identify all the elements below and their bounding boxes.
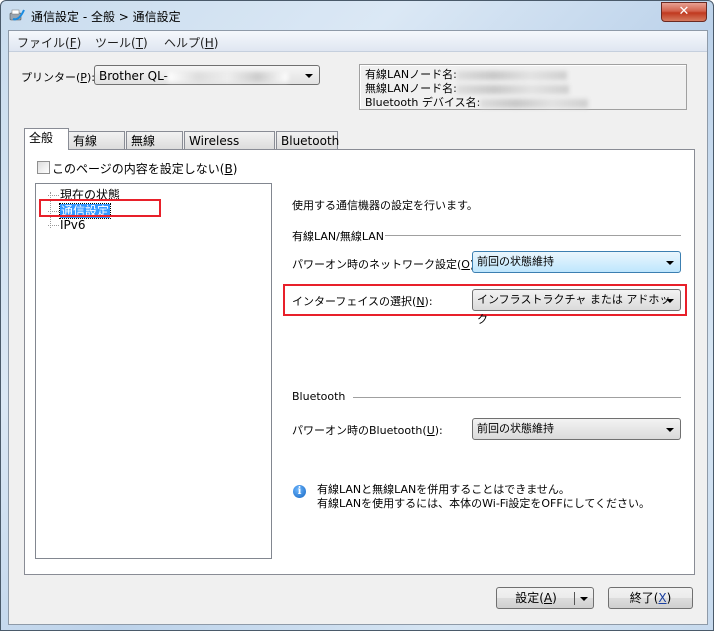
client-area: ファイル(F) ツール(T) ヘルプ(H) プリンター(P): Brother … xyxy=(8,30,708,625)
chevron-down-icon xyxy=(666,261,674,265)
menu-tools[interactable]: ツール(T) xyxy=(95,34,148,51)
apply-button[interactable]: 設定(A) xyxy=(497,588,575,608)
divider xyxy=(353,397,681,398)
wired-node-name: 有線LANノード名: xyxy=(365,68,681,82)
printer-select[interactable]: Brother QL- xyxy=(94,65,320,85)
menu-help[interactable]: ヘルプ(H) xyxy=(164,34,218,51)
chevron-down-icon xyxy=(666,299,674,303)
divider xyxy=(385,235,681,236)
redacted-value xyxy=(480,98,589,108)
printer-label: プリンター(P): xyxy=(21,71,95,84)
settings-tree: 現在の状態 通信設定 IPv6 xyxy=(35,183,272,559)
settings-pane: 使用する通信機器の設定を行います。 有線LAN/無線LAN パワーオン時のネット… xyxy=(283,150,693,574)
skip-page-checkbox[interactable]: このページの内容を設定しない(B) xyxy=(37,160,237,177)
tab-panel-general: このページの内容を設定しない(B) 現在の状態 通信設定 IPv6 使用する通信… xyxy=(24,149,695,575)
bluetooth-power-on-select[interactable]: 前回の状態維持 xyxy=(472,418,681,440)
node-info-box: 有線LANノード名: 無線LANノード名: Bluetooth デバイス名: xyxy=(359,64,687,110)
info-icon: i xyxy=(293,485,306,498)
checkbox-box[interactable] xyxy=(37,161,50,174)
bluetooth-device-name: Bluetooth デバイス名: xyxy=(365,96,681,110)
info-note: 有線LANと無線LANを併用することはできません。 有線LANを使用するには、本… xyxy=(317,483,651,510)
chevron-down-icon[interactable] xyxy=(580,597,588,601)
highlight-box xyxy=(39,199,161,217)
apply-split-button[interactable]: 設定(A) xyxy=(496,587,594,609)
group-bluetooth-heading: Bluetooth xyxy=(292,390,346,403)
tab-bluetooth[interactable]: Bluetooth xyxy=(276,131,339,149)
tree-item-ipv6[interactable]: IPv6 xyxy=(48,218,86,232)
interface-select[interactable]: インフラストラクチャ または アドホック xyxy=(472,289,681,326)
group-lan-heading: 有線LAN/無線LAN xyxy=(292,230,384,243)
chevron-down-icon xyxy=(666,428,674,432)
chevron-down-icon xyxy=(305,74,313,78)
title-bar[interactable]: 通信設定 - 全般 > 通信設定 ✕ xyxy=(1,1,713,31)
wireless-node-name: 無線LANノード名: xyxy=(365,82,681,96)
pane-description: 使用する通信機器の設定を行います。 xyxy=(292,199,478,212)
interface-label: インターフェイスの選択(N): xyxy=(292,295,433,308)
menu-file[interactable]: ファイル(F) xyxy=(17,34,81,51)
split-divider xyxy=(574,592,575,605)
network-power-on-select[interactable]: 前回の状態維持 xyxy=(472,251,681,273)
tab-wired-lan[interactable]: 有線LAN xyxy=(68,131,125,166)
redacted-value xyxy=(456,70,567,80)
tab-general[interactable]: 全般 xyxy=(24,128,69,150)
printer-app-icon xyxy=(9,9,25,21)
window-title: 通信設定 - 全般 > 通信設定 xyxy=(31,10,181,24)
tab-wireless-lan[interactable]: 無線LAN xyxy=(126,131,183,166)
redacted-model xyxy=(167,71,288,82)
app-window: 通信設定 - 全般 > 通信設定 ✕ ファイル(F) ツール(T) ヘルプ(H)… xyxy=(0,0,714,631)
close-button[interactable]: ✕ xyxy=(661,2,707,22)
close-icon: ✕ xyxy=(678,4,690,19)
network-power-on-label: パワーオン時のネットワーク設定(O): xyxy=(292,258,478,271)
exit-button[interactable]: 終了(X) xyxy=(608,587,693,609)
menu-bar: ファイル(F) ツール(T) ヘルプ(H) xyxy=(9,31,707,52)
printer-value: Brother QL- xyxy=(99,69,168,83)
redacted-value xyxy=(456,84,569,94)
tab-wireless-direct[interactable]: Wireless Direct xyxy=(184,131,275,166)
bluetooth-power-on-label: パワーオン時のBluetooth(U): xyxy=(292,424,443,437)
